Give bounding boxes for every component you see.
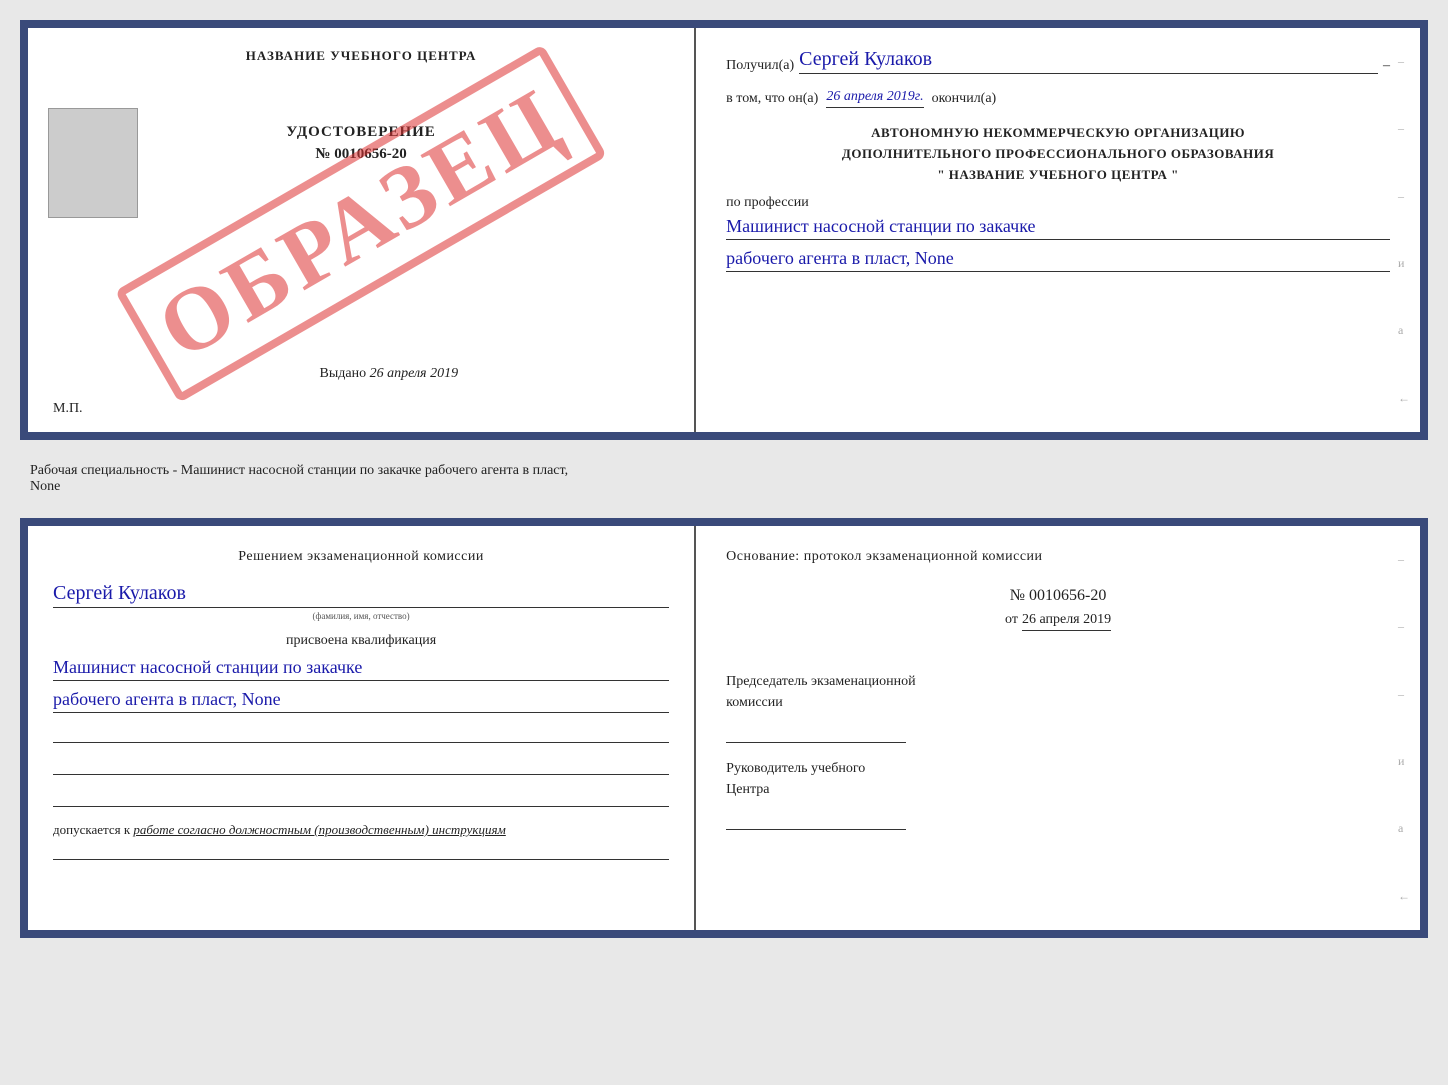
right-dashes-top: – – – и а ←	[1398, 28, 1410, 432]
rukovoditel-line1: Руководитель учебного	[726, 758, 1390, 779]
cert-right: Получил(а) Сергей Кулаков – в том, что о…	[696, 28, 1420, 432]
mp-label: М.П.	[53, 401, 83, 417]
dash6: ←	[1398, 391, 1410, 406]
dash-b6: ←	[1398, 889, 1410, 904]
cert-bottom-left: Решением экзаменационной комиссии Сергей…	[28, 526, 696, 930]
dash2: –	[1398, 121, 1410, 136]
certificate-top: НАЗВАНИЕ УЧЕБНОГО ЦЕНТРА УДОСТОВЕРЕНИЕ №…	[20, 20, 1428, 440]
predsedatel-block: Председатель экзаменационной комиссии	[726, 671, 1390, 743]
dash5: а	[1398, 323, 1410, 338]
fio-sub-bottom: (фамилия, имя, отчество)	[53, 611, 669, 621]
dash-b1: –	[1398, 552, 1410, 567]
poluchil-name: Сергей Кулаков	[799, 48, 1378, 74]
prisvoena-text: присвоена квалификация	[53, 633, 669, 649]
predsedatel-line1: Председатель экзаменационной	[726, 671, 1390, 692]
cert-left: НАЗВАНИЕ УЧЕБНОГО ЦЕНТРА УДОСТОВЕРЕНИЕ №…	[28, 28, 696, 432]
empty-line2	[53, 753, 669, 775]
photo-placeholder	[48, 108, 138, 218]
vtom-date: 26 апреля 2019г.	[826, 89, 923, 108]
rukovoditel-line2: Центра	[726, 779, 1390, 800]
profession-line2: рабочего агента в пласт, None	[726, 248, 1390, 272]
protokol-date: 26 апреля 2019	[1022, 612, 1111, 631]
dopuskaetsya-block: допускается к работе согласно должностны…	[53, 822, 669, 838]
udostoverenie-block: УДОСТОВЕРЕНИЕ № 0010656-20	[53, 124, 669, 163]
specialty-label2: None	[30, 479, 60, 494]
okonchil-label: окончил(а)	[932, 91, 997, 107]
specialty-text: Рабочая специальность - Машинист насосно…	[20, 458, 1428, 500]
org-line3: " НАЗВАНИЕ УЧЕБНОГО ЦЕНТРА "	[726, 165, 1390, 186]
vydano-date: 26 апреля 2019	[370, 366, 458, 381]
predsedatel-line2: комиссии	[726, 692, 1390, 713]
dash-b4: и	[1398, 754, 1410, 769]
poprofessii-label: по профессии	[726, 195, 1390, 211]
page-wrapper: НАЗВАНИЕ УЧЕБНОГО ЦЕНТРА УДОСТОВЕРЕНИЕ №…	[20, 20, 1428, 938]
dash-b2: –	[1398, 619, 1410, 634]
udostoverenie-text: УДОСТОВЕРЕНИЕ	[286, 124, 436, 141]
specialty-label: Рабочая специальность - Машинист насосно…	[30, 463, 568, 478]
decision-text: Решением экзаменационной комиссии	[53, 546, 669, 567]
dash3: –	[1398, 189, 1410, 204]
vtom-line: в том, что он(а) 26 апреля 2019г. окончи…	[726, 89, 1390, 108]
poluchil-label: Получил(а)	[726, 58, 794, 74]
protokol-date-block: от 26 апреля 2019	[726, 610, 1390, 651]
vydano-block: Выдано 26 апреля 2019	[320, 366, 459, 382]
cert-bottom-right: Основание: протокол экзаменационной коми…	[696, 526, 1420, 930]
dash-separator: –	[1383, 58, 1390, 74]
qual-line1: Машинист насосной станции по закачке	[53, 657, 669, 681]
rukovoditel-block: Руководитель учебного Центра	[726, 758, 1390, 830]
org-line2: ДОПОЛНИТЕЛЬНОГО ПРОФЕССИОНАЛЬНОГО ОБРАЗО…	[726, 144, 1390, 165]
dash-b3: –	[1398, 687, 1410, 702]
obrazec-stamp: ОБРАЗЕЦ	[115, 44, 608, 403]
dopuskaetsya-label: допускается к	[53, 822, 130, 837]
right-dashes-bottom: – – – и а ←	[1398, 526, 1410, 930]
name-line-bottom: Сергей Кулаков	[53, 582, 669, 608]
vtom-label: в том, что он(а)	[726, 91, 818, 107]
certificate-bottom: Решением экзаменационной комиссии Сергей…	[20, 518, 1428, 938]
predsedatel-sig-line	[726, 718, 906, 743]
vydano-label: Выдано	[320, 366, 367, 381]
profession-line1: Машинист насосной станции по закачке	[726, 216, 1390, 240]
dash-b5: а	[1398, 821, 1410, 836]
org-line1: АВТОНОМНУЮ НЕКОММЕРЧЕСКУЮ ОРГАНИЗАЦИЮ	[726, 123, 1390, 144]
empty-line4	[53, 838, 669, 860]
dash1: –	[1398, 54, 1410, 69]
ot-label: от	[1005, 612, 1018, 627]
protokol-number: № 0010656-20	[726, 587, 1390, 605]
osnovanie-text: Основание: протокол экзаменационной коми…	[726, 546, 1390, 567]
empty-line3	[53, 785, 669, 807]
cert-number: № 0010656-20	[315, 146, 406, 163]
poluchil-line: Получил(а) Сергей Кулаков –	[726, 48, 1390, 74]
empty-line1	[53, 721, 669, 743]
qual-line2: рабочего агента в пласт, None	[53, 689, 669, 713]
dopuskaetsya-italic: работе согласно должностным (производств…	[133, 822, 505, 837]
dash4: и	[1398, 256, 1410, 271]
cert-left-title: НАЗВАНИЕ УЧЕБНОГО ЦЕНТРА	[53, 48, 669, 64]
rukovoditel-sig-line	[726, 805, 906, 830]
org-block: АВТОНОМНУЮ НЕКОММЕРЧЕСКУЮ ОРГАНИЗАЦИЮ ДО…	[726, 123, 1390, 185]
